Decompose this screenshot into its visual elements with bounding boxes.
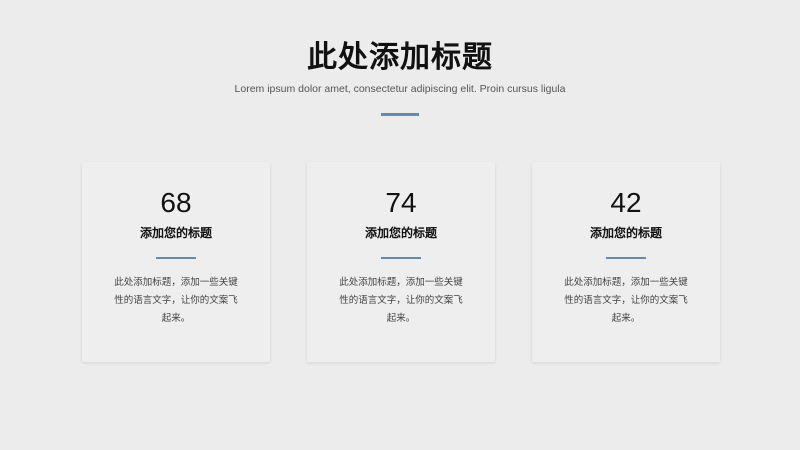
card-divider [156, 257, 196, 259]
stat-number: 74 [385, 187, 417, 218]
card-divider [381, 257, 421, 259]
card-description: 此处添加标题，添加一些关键性的语言文字，让你的文案飞起来。 [114, 277, 238, 324]
card-title: 添加您的标题 [589, 226, 662, 240]
card-description: 此处添加标题，添加一些关键性的语言文字，让你的文案飞起来。 [339, 277, 463, 324]
card-title: 添加您的标题 [139, 226, 212, 240]
page-title: 此处添加标题 [307, 40, 493, 75]
slide: { "header": { "title": "此处添加标题", "subtit… [0, 0, 800, 450]
stat-cards: 68 添加您的标题 此处添加标题，添加一些关键性的语言文字，让你的文案飞起来。 … [82, 162, 722, 362]
stat-card: 74 添加您的标题 此处添加标题，添加一些关键性的语言文字，让你的文案飞起来。 [307, 162, 495, 362]
page-subtitle: Lorem ipsum dolor amet, consectetur adip… [234, 83, 566, 95]
title-underline [381, 113, 419, 116]
stat-number: 68 [160, 187, 192, 218]
stat-card: 42 添加您的标题 此处添加标题，添加一些关键性的语言文字，让你的文案飞起来。 [532, 162, 720, 362]
header: 此处添加标题 Lorem ipsum dolor amet, consectet… [0, 38, 800, 116]
card-title: 添加您的标题 [364, 226, 437, 240]
stat-card: 68 添加您的标题 此处添加标题，添加一些关键性的语言文字，让你的文案飞起来。 [82, 162, 270, 362]
stat-number: 42 [610, 187, 642, 218]
card-description: 此处添加标题，添加一些关键性的语言文字，让你的文案飞起来。 [564, 277, 688, 324]
card-divider [606, 257, 646, 259]
